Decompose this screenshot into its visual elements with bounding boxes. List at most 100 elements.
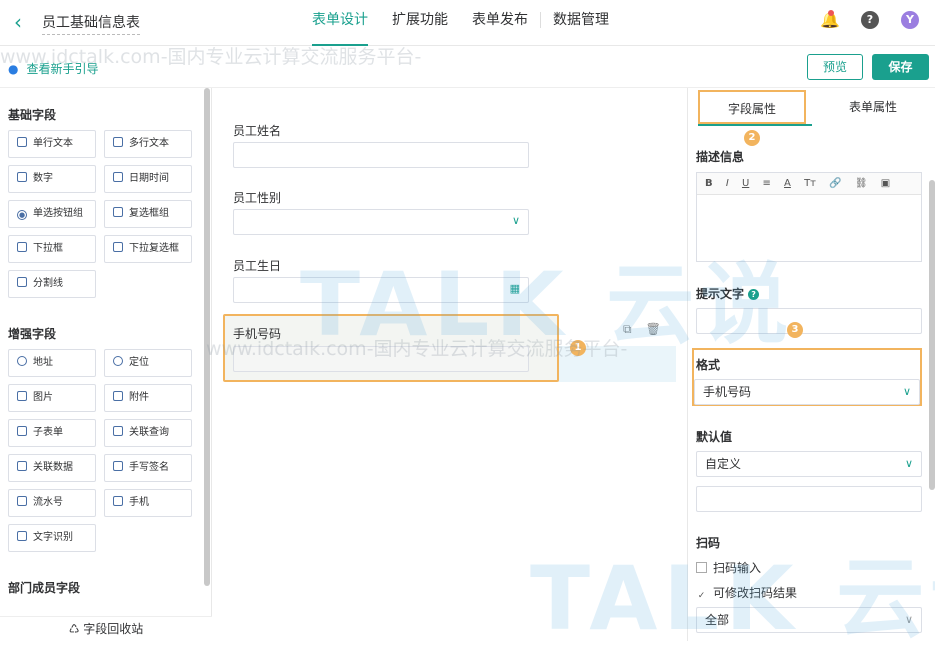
tab-form-design[interactable]: 表单设计 <box>300 0 380 46</box>
copy-icon[interactable]: ⧉ <box>623 322 632 336</box>
tab-data-management[interactable]: 数据管理 <box>541 0 621 46</box>
field-related-query[interactable]: 关联查询 <box>104 419 192 447</box>
description-editor[interactable]: B I U ≡ A Tт 🔗 ⛓ ▣ <box>696 172 922 262</box>
field-label-name: 员工姓名 <box>233 124 282 138</box>
chevron-down-icon: ∨ <box>904 457 913 470</box>
basic-fields-title: 基础字段 <box>8 108 57 122</box>
field-related-data[interactable]: 关联数据 <box>8 454 96 482</box>
field-multi-text[interactable]: 多行文本 <box>104 130 192 158</box>
recycle-icon: ♺ <box>68 622 84 636</box>
scan-label: 扫码 <box>696 536 721 550</box>
field-recycle-bin[interactable]: ♺ 字段回收站 <box>0 616 212 641</box>
hint-text-input[interactable] <box>696 308 922 334</box>
back-arrow-icon[interactable]: ‹ <box>14 10 22 34</box>
field-signature[interactable]: 手写签名 <box>104 454 192 482</box>
serial-icon <box>17 496 27 506</box>
trash-icon[interactable]: 🗑 <box>646 322 661 336</box>
field-checkbox-group[interactable]: 复选框组 <box>104 200 192 228</box>
field-divider[interactable]: 分割线 <box>8 270 96 298</box>
format-select[interactable]: 手机号码 ∨ <box>694 379 920 405</box>
preview-button[interactable]: 预览 <box>807 54 863 80</box>
tab-form-properties[interactable]: 表单属性 <box>818 90 928 124</box>
field-ocr[interactable]: 文字识别 <box>8 524 96 552</box>
field-address[interactable]: 地址 <box>8 349 96 377</box>
step-badge-3: 3 <box>787 322 803 338</box>
textarea-icon <box>113 137 123 147</box>
format-label: 格式 <box>696 358 721 372</box>
field-serial-number[interactable]: 流水号 <box>8 489 96 517</box>
bold-icon[interactable]: B <box>705 178 713 189</box>
field-radio-group[interactable]: ● 单选按钮组 <box>8 200 96 228</box>
step-badge-1: 1 <box>570 340 586 356</box>
list-icon <box>113 242 123 252</box>
employee-birthday-input[interactable]: ▦ <box>233 277 529 303</box>
text-field-icon <box>17 137 27 147</box>
insert-image-icon[interactable]: ▣ <box>881 178 890 189</box>
crosshair-icon <box>113 356 123 366</box>
number-icon <box>17 172 27 182</box>
field-datetime[interactable]: 日期时间 <box>104 165 192 193</box>
form-canvas: 员工姓名 员工性别 ∨ 员工生日 ▦ 手机号码 ⧉ 🗑 1 <box>213 88 687 641</box>
field-label-gender: 员工性别 <box>233 191 282 205</box>
active-tab-indicator <box>698 124 812 126</box>
chevron-down-icon: ∨ <box>511 214 520 227</box>
calendar-icon: ▦ <box>509 282 520 295</box>
dropdown-icon <box>17 242 27 252</box>
main-nav: 表单设计 扩展功能 表单发布 数据管理 <box>300 0 621 46</box>
font-size-icon[interactable]: Tт <box>804 178 816 189</box>
field-number[interactable]: 数字 <box>8 165 96 193</box>
avatar[interactable]: Y <box>901 11 919 29</box>
field-palette: 基础字段 单行文本 多行文本 数字 日期时间 ● 单选按钮组 复选框组 下拉框 下… <box>0 88 212 641</box>
chevron-down-icon: ∨ <box>904 613 913 626</box>
step-badge-2: 2 <box>744 130 760 146</box>
tab-field-properties[interactable]: 字段属性 <box>698 90 806 124</box>
sub-bar: ● 查看新手引导 <box>0 46 935 88</box>
link-icon[interactable]: 🔗 <box>829 178 841 189</box>
hint-text-label: 提示文字? <box>696 285 760 302</box>
field-dropdown[interactable]: 下拉框 <box>8 235 96 263</box>
table-icon <box>17 426 27 436</box>
scan-modify-checkbox[interactable]: ✓ 可修改扫码结果 <box>696 584 797 603</box>
pin-icon: ● <box>8 62 19 76</box>
help-icon[interactable]: ? <box>748 289 760 300</box>
radio-icon: ● <box>17 210 27 220</box>
field-attachment[interactable]: 附件 <box>104 384 192 412</box>
tab-extensions[interactable]: 扩展功能 <box>380 0 460 46</box>
align-icon[interactable]: ≡ <box>762 178 770 189</box>
checkbox-unchecked <box>696 562 707 573</box>
field-phone[interactable]: 手机 <box>104 489 192 517</box>
font-color-icon[interactable]: A <box>784 178 791 189</box>
field-single-text[interactable]: 单行文本 <box>8 130 96 158</box>
underline-icon[interactable]: U <box>742 178 749 189</box>
location-pin-icon <box>17 356 27 366</box>
field-locate[interactable]: 定位 <box>104 349 192 377</box>
unlink-icon[interactable]: ⛓ <box>855 178 868 189</box>
employee-name-input[interactable] <box>233 142 529 168</box>
scan-text-icon <box>17 531 27 541</box>
image-icon <box>17 391 27 401</box>
scan-scope-select[interactable]: 全部 ∨ <box>696 607 922 633</box>
employee-gender-select[interactable]: ∨ <box>233 209 529 235</box>
form-title[interactable]: 员工基础信息表 <box>42 12 140 35</box>
palette-scrollbar[interactable] <box>204 88 210 586</box>
save-button[interactable]: 保存 <box>872 54 929 80</box>
guide-link[interactable]: ● 查看新手引导 <box>8 60 99 77</box>
panel-scrollbar[interactable] <box>929 180 935 490</box>
field-multi-dropdown[interactable]: 下拉复选框 <box>104 235 192 263</box>
default-value-input[interactable] <box>696 486 922 512</box>
phone-number-input[interactable] <box>233 346 529 372</box>
checkbox-icon <box>113 207 123 217</box>
divider-icon <box>17 277 27 287</box>
default-value-select[interactable]: 自定义 ∨ <box>696 451 922 477</box>
description-label: 描述信息 <box>696 150 745 164</box>
field-subform[interactable]: 子表单 <box>8 419 96 447</box>
italic-icon[interactable]: I <box>726 178 729 189</box>
help-icon[interactable]: ? <box>861 11 879 29</box>
editor-toolbar: B I U ≡ A Tт 🔗 ⛓ ▣ <box>697 173 921 195</box>
scan-input-checkbox[interactable]: 扫码输入 <box>696 559 761 576</box>
chevron-down-icon: ∨ <box>902 385 911 398</box>
field-image[interactable]: 图片 <box>8 384 96 412</box>
calendar-icon <box>113 172 123 182</box>
card-tools: ⧉ 🗑 <box>623 322 675 337</box>
tab-publish[interactable]: 表单发布 <box>460 0 540 46</box>
